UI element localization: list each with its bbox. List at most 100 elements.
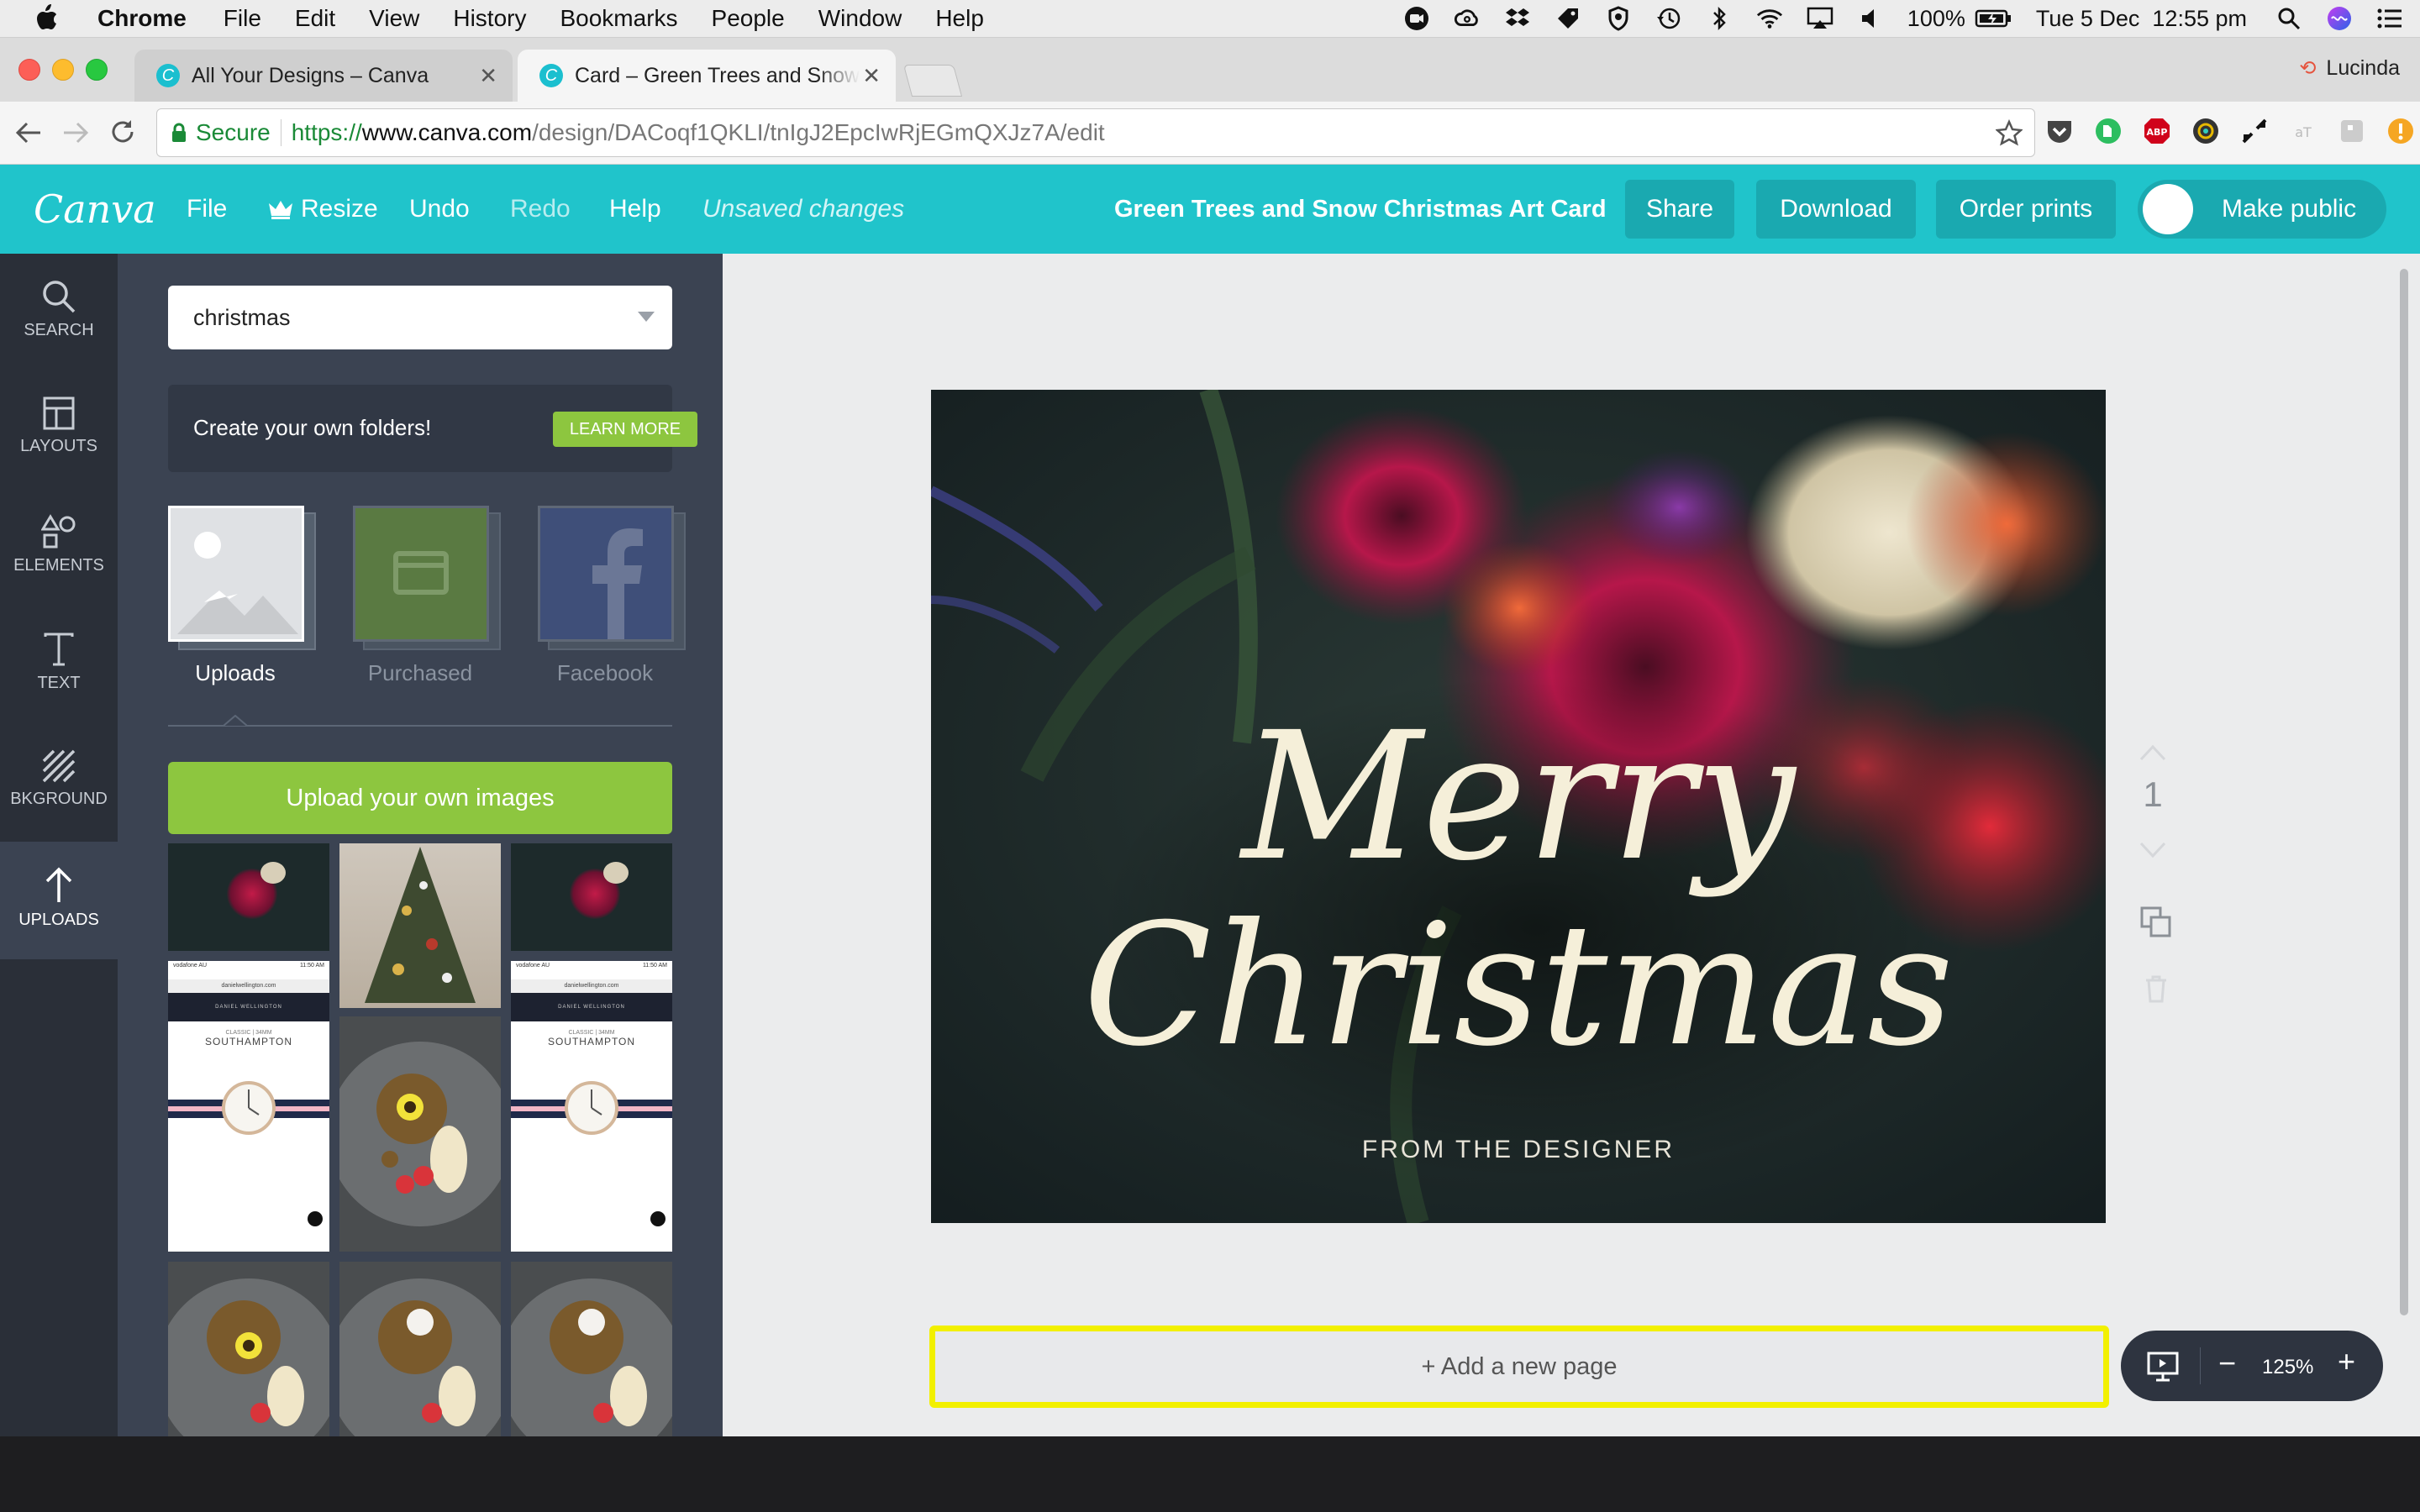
creative-cloud-icon[interactable] <box>1454 5 1481 32</box>
extension-alert-icon[interactable] <box>2386 117 2415 145</box>
share-button[interactable]: Share <box>1625 180 1734 239</box>
thumb-url: danielwellington.com <box>511 979 672 993</box>
tag-icon[interactable] <box>1555 5 1581 32</box>
bookmark-star-icon[interactable] <box>1996 119 2023 146</box>
back-arrow-icon[interactable] <box>15 120 42 145</box>
resize-button[interactable]: Resize <box>267 165 378 254</box>
make-public-toggle[interactable]: Make public <box>2138 180 2386 239</box>
adblock-plus-icon[interactable]: ABP <box>2143 117 2171 145</box>
window-minimize-button[interactable] <box>52 59 74 81</box>
move-page-up-icon[interactable] <box>2139 744 2166 761</box>
shield-icon[interactable] <box>1605 5 1632 32</box>
thumbnail-flowers[interactable] <box>168 843 329 951</box>
time-machine-icon[interactable] <box>1655 5 1682 32</box>
tab-card-design[interactable]: C Card – Green Trees and Snow ✕ <box>518 50 896 102</box>
sidebar-item-layouts[interactable]: LAYOUTS <box>0 371 118 489</box>
sidebar-item-elements[interactable]: ELEMENTS <box>0 489 118 606</box>
save-status: Unsaved changes <box>702 195 905 223</box>
card-heading-line2[interactable]: Christmas <box>931 902 2106 1070</box>
menu-view[interactable]: View <box>369 5 419 32</box>
bluetooth-icon[interactable] <box>1706 5 1733 32</box>
thumbnail-flowers[interactable] <box>511 843 672 951</box>
tab-close-icon[interactable]: ✕ <box>479 63 497 89</box>
source-uploads[interactable] <box>168 506 316 650</box>
apple-logo-icon[interactable] <box>34 4 59 33</box>
add-new-page-button[interactable]: + Add a new page <box>929 1326 2109 1408</box>
spotlight-search-icon[interactable] <box>2275 5 2302 32</box>
pocket-icon[interactable] <box>2045 117 2074 145</box>
zoom-level[interactable]: 125% <box>2262 1356 2313 1379</box>
download-button[interactable]: Download <box>1756 180 1916 239</box>
window-close-button[interactable] <box>18 59 40 81</box>
move-page-down-icon[interactable] <box>2139 842 2166 858</box>
menu-history[interactable]: History <box>453 5 526 32</box>
zoom-out-button[interactable]: − <box>2218 1346 2236 1381</box>
thumbnail-watch-screenshot[interactable]: vodafone AU 11:50 AM danielwellington.com… <box>168 961 329 1252</box>
reload-icon[interactable] <box>109 118 136 145</box>
window-zoom-button[interactable] <box>86 59 108 81</box>
thumb-site-header: DANIEL WELLINGTON <box>511 993 672 1021</box>
thumb-model: SOUTHAMPTON <box>547 1036 636 1047</box>
help-menu[interactable]: Help <box>609 165 661 254</box>
folder-select[interactable]: christmas <box>168 286 672 349</box>
card-subtitle[interactable]: FROM THE DESIGNER <box>931 1136 2106 1164</box>
sidebar-item-background[interactable]: BKGROUND <box>0 724 118 842</box>
color-picker-extension-icon[interactable] <box>2191 117 2220 145</box>
sidebar-item-search[interactable]: SEARCH <box>0 254 118 371</box>
undo-button[interactable]: Undo <box>409 165 470 254</box>
card-heading-line1[interactable]: Merry <box>931 709 2106 885</box>
thumbnail-watch-screenshot[interactable]: vodafone AU 11:50 AM danielwellington.com… <box>511 961 672 1252</box>
wifi-icon[interactable] <box>1756 5 1783 32</box>
sidebar-item-uploads[interactable]: UPLOADS <box>0 842 118 959</box>
order-prints-button[interactable]: Order prints <box>1936 180 2116 239</box>
dropbox-icon[interactable] <box>1504 5 1531 32</box>
delete-page-icon[interactable] <box>2144 974 2168 1003</box>
tab-all-designs[interactable]: C All Your Designs – Canva ✕ <box>134 50 513 102</box>
zoom-in-button[interactable]: + <box>2338 1344 2355 1379</box>
design-page[interactable]: Merry Christmas FROM THE DESIGNER <box>931 390 2106 1223</box>
thumbnail-food-plate[interactable] <box>511 1262 672 1436</box>
thumb-time: 11:50 AM <box>299 963 324 969</box>
profile-button[interactable]: ⟲ Lucinda <box>2299 56 2400 81</box>
volume-icon[interactable] <box>1857 5 1884 32</box>
siri-icon[interactable] <box>2326 5 2353 32</box>
new-tab-button[interactable] <box>902 65 963 97</box>
clock[interactable]: Tue 5 Dec 12:55 pm <box>2036 6 2247 32</box>
thumb-status-bar: vodafone AU 11:50 AM <box>511 961 672 979</box>
resize-extension-icon[interactable] <box>2240 117 2269 145</box>
airplay-icon[interactable] <box>1807 5 1833 32</box>
thumbnail-christmas-tree[interactable] <box>339 843 501 1008</box>
design-canvas-area: Merry Christmas FROM THE DESIGNER 1 + Ad… <box>723 254 2420 1436</box>
menu-file[interactable]: File <box>224 5 261 32</box>
canva-logo[interactable]: Canva <box>34 165 156 254</box>
duplicate-page-icon[interactable] <box>2139 906 2173 939</box>
notification-center-icon[interactable] <box>2376 5 2403 32</box>
menu-bookmarks[interactable]: Bookmarks <box>560 5 677 32</box>
source-purchased[interactable] <box>353 506 501 650</box>
upload-images-button[interactable]: Upload your own images <box>168 762 672 834</box>
learn-more-button[interactable]: LEARN MORE <box>553 412 697 447</box>
address-bar[interactable]: Secure https:// www.canva.com /design/DA… <box>156 108 2035 157</box>
redo-button[interactable]: Redo <box>510 165 571 254</box>
design-title[interactable]: Green Trees and Snow Christmas Art Card <box>1114 165 1607 254</box>
thumbnail-food-plate[interactable] <box>339 1016 501 1252</box>
menu-edit[interactable]: Edit <box>295 5 335 32</box>
canvas-scrollbar[interactable] <box>2400 269 2408 1315</box>
thumbnail-food-plate[interactable] <box>339 1262 501 1436</box>
sidebar-item-text[interactable]: TEXT <box>0 606 118 724</box>
file-menu[interactable]: File <box>187 165 227 254</box>
forward-arrow-icon[interactable] <box>62 120 89 145</box>
menu-window[interactable]: Window <box>818 5 902 32</box>
menu-app-name[interactable]: Chrome <box>97 5 187 32</box>
extension-puzzle-icon[interactable] <box>2338 117 2366 145</box>
video-camera-icon[interactable] <box>1403 5 1430 32</box>
thumbnail-food-plate[interactable] <box>168 1262 329 1436</box>
menu-help[interactable]: Help <box>935 5 984 32</box>
presentation-mode-icon[interactable] <box>2146 1351 2180 1383</box>
source-facebook[interactable] <box>538 506 686 650</box>
evernote-icon[interactable] <box>2094 117 2123 145</box>
menu-people[interactable]: People <box>712 5 785 32</box>
text-extension-icon[interactable]: aT <box>2289 117 2317 145</box>
tab-close-icon[interactable]: ✕ <box>862 63 881 89</box>
battery-icon[interactable] <box>1974 5 2012 32</box>
